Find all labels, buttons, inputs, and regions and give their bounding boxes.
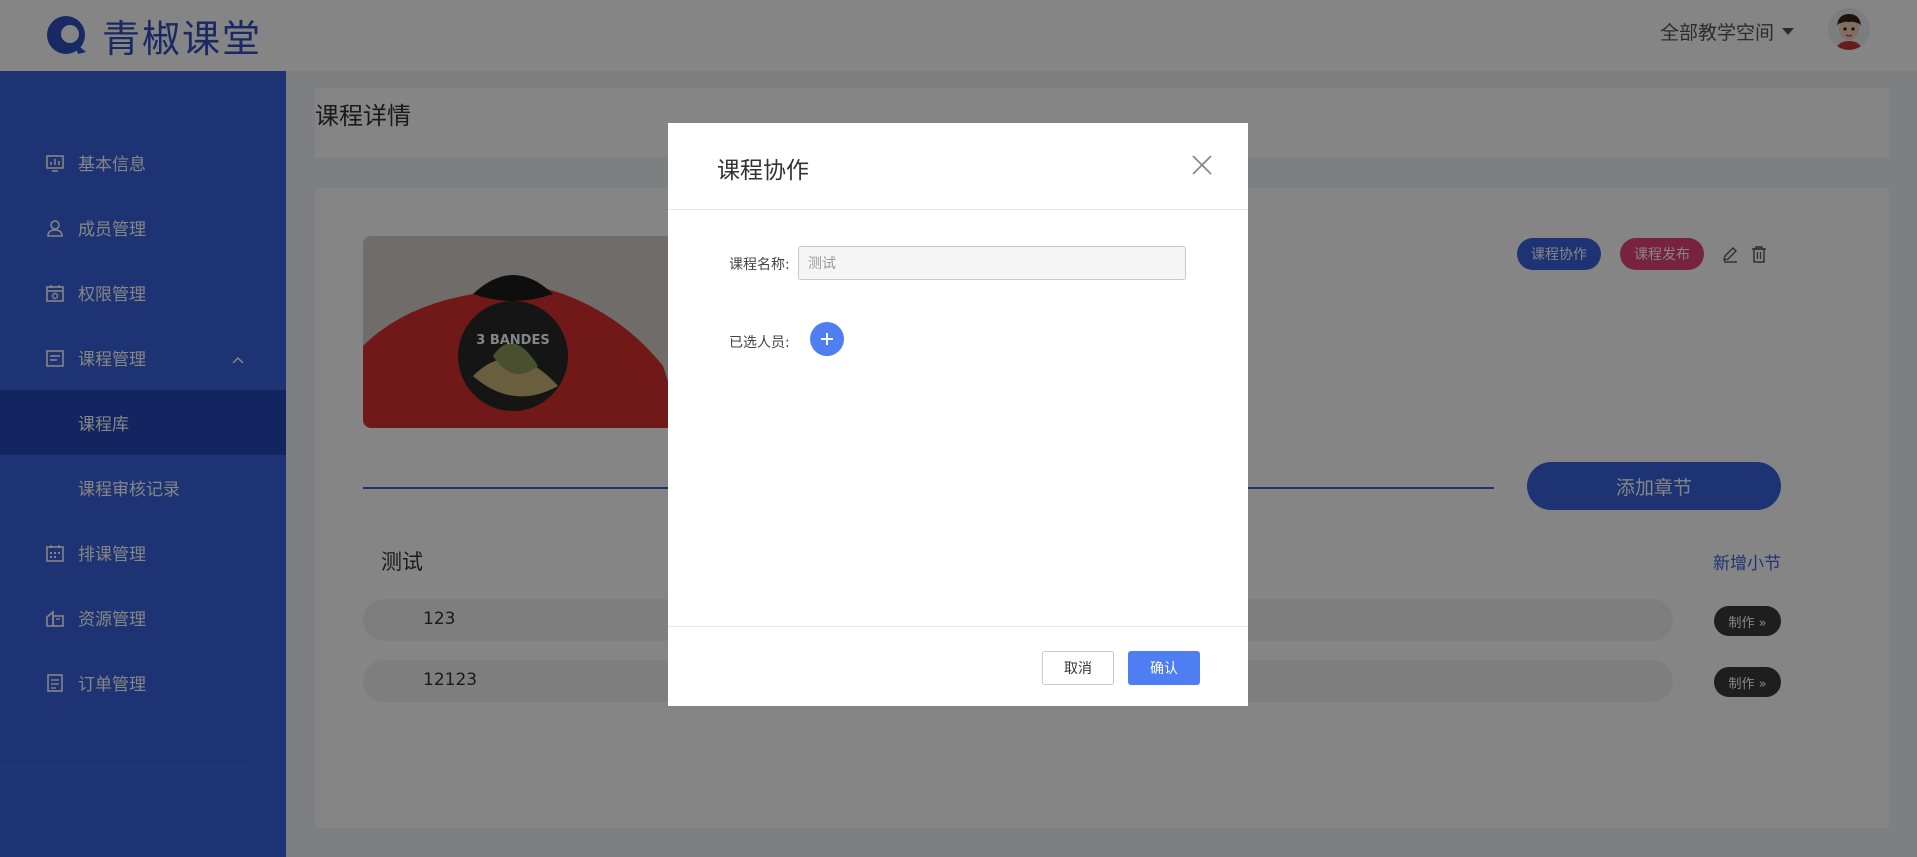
course-collab-dialog: 课程协作 课程名称: 已选人员: 取消 确认 — [668, 123, 1248, 706]
close-icon[interactable] — [1190, 153, 1214, 177]
course-name-field[interactable] — [798, 246, 1186, 280]
course-name-label: 课程名称: — [729, 257, 790, 273]
add-member-button[interactable] — [810, 322, 844, 356]
dialog-header: 课程协作 — [668, 123, 1248, 210]
cancel-button[interactable]: 取消 — [1042, 651, 1114, 685]
plus-icon — [821, 333, 833, 345]
selected-members-label: 已选人员: — [729, 335, 790, 351]
confirm-button[interactable]: 确认 — [1128, 651, 1200, 685]
dialog-title: 课程协作 — [717, 158, 809, 184]
